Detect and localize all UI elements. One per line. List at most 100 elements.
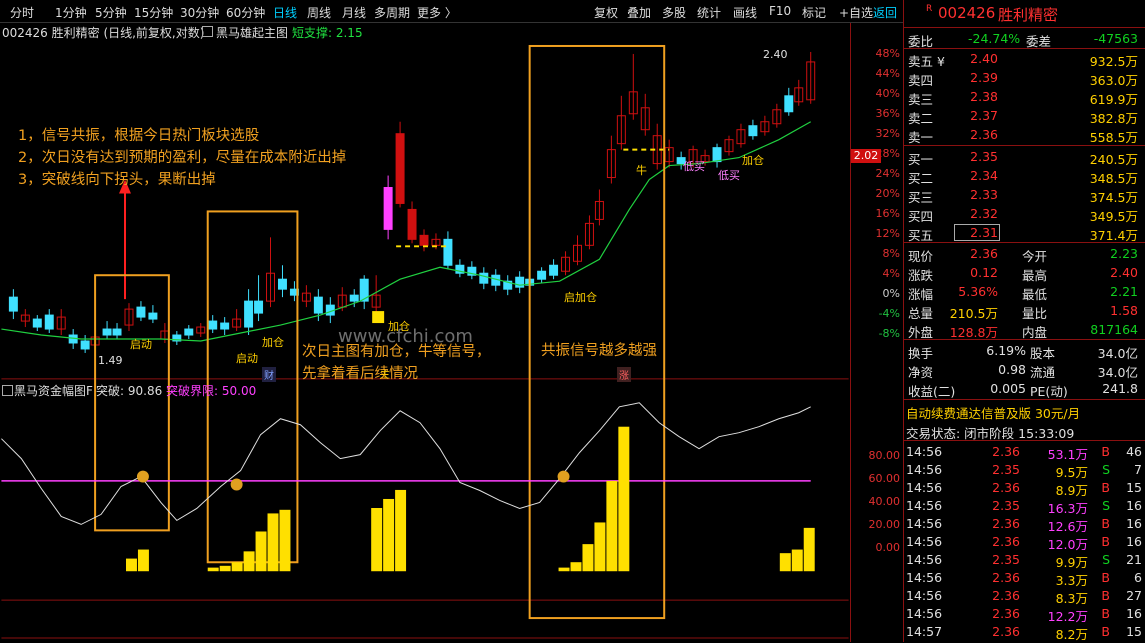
tick-row-8: 14:56 2.36 8.3万 B 27: [904, 587, 1145, 606]
tick-side: B: [1101, 570, 1110, 585]
volume-bar: [371, 508, 383, 572]
candle-body: [549, 264, 559, 276]
indicator-name[interactable]: 黑马雄起主图: [216, 24, 288, 41]
tick-side: B: [1101, 534, 1110, 549]
tick-time: 14:56: [906, 462, 943, 477]
ratio-row: 委比 -24.74% 委差 -47563: [904, 30, 1145, 49]
current-price-tag: 2.02: [851, 149, 881, 163]
tick-time: 14:56: [906, 588, 943, 603]
bid-price: 2.34: [970, 168, 998, 183]
toolbar-btn-7[interactable]: +自选: [839, 4, 873, 21]
toolbar-btn-1[interactable]: 叠加: [627, 4, 651, 21]
ask-volume: 558.5万: [1089, 130, 1138, 145]
tick-time: 14:56: [906, 498, 943, 513]
money-bag-icon-1: [230, 478, 243, 491]
indicator-checkbox[interactable]: [202, 26, 213, 37]
sub-breakout-label: 突破: 90.86: [96, 384, 163, 398]
candle-body: [184, 328, 194, 336]
candle-body: [313, 296, 323, 314]
axis-tick-14: -8%: [878, 327, 900, 340]
candle-body: [80, 340, 90, 350]
sub-indicator-checkbox[interactable]: [2, 385, 13, 396]
chart-title-bar: 002426 胜利精密 (日线,前复权,对数) 黑马雄起主图 短支撑: 2.15: [0, 23, 850, 40]
tick-row-0: 14:56 2.36 53.1万 B 46: [904, 443, 1145, 462]
sub-indicator-title: 黑马资金幅图F 突破: 90.86 突破界限: 50.00: [0, 382, 850, 398]
volume-bar: [383, 498, 395, 572]
period-0[interactable]: 分时: [10, 4, 34, 21]
tick-time: 14:56: [906, 570, 943, 585]
toolbar-btn-4[interactable]: 画线: [733, 4, 757, 21]
axis-tick-10: 8%: [882, 247, 900, 260]
money-bag-icon-2: [557, 470, 570, 483]
bid-row-1: 买二 2.34 348.5万: [904, 167, 1145, 186]
stat-row-2: 涨幅 5.36% 最低 2.21: [904, 283, 1145, 302]
tick-side: B: [1101, 624, 1110, 639]
tick-side: B: [1101, 588, 1110, 603]
period-8[interactable]: 月线: [342, 4, 366, 21]
tick-row-1: 14:56 2.35 9.5万 S 7: [904, 461, 1145, 480]
ask-label: 卖三: [908, 92, 934, 107]
toolbar-btn-0[interactable]: 复权: [594, 4, 618, 21]
signal-start-2: 启动: [236, 352, 258, 365]
toolbar-btn-3[interactable]: 统计: [697, 4, 721, 21]
period-3[interactable]: 15分钟: [134, 4, 173, 21]
promo-row[interactable]: 自动续费通达信普及版 30元/月: [904, 402, 1145, 422]
period-6[interactable]: 日线: [273, 4, 297, 21]
toolbar-btn-6[interactable]: 标记: [802, 4, 826, 21]
candle-body: [254, 300, 264, 314]
period-2[interactable]: 5分钟: [95, 4, 127, 21]
candle-body: [349, 294, 359, 302]
axis-tick-13: -4%: [878, 307, 900, 320]
candle-body: [784, 95, 794, 113]
period-7[interactable]: 周线: [307, 4, 331, 21]
volume-bar: [279, 509, 291, 572]
tick-count: 15: [1126, 624, 1142, 639]
period-10[interactable]: 更多 〉: [417, 4, 457, 21]
candle-body: [479, 272, 489, 284]
ask-price: 2.36: [970, 127, 998, 142]
candle-body: [395, 133, 405, 204]
period-5[interactable]: 60分钟: [226, 4, 265, 21]
diff-value: -47563: [1093, 31, 1138, 46]
signal-add-1: 加仓: [262, 336, 284, 349]
toolbar-btn-5[interactable]: F10: [769, 4, 791, 18]
toolbar-btn-2[interactable]: 多股: [662, 4, 686, 21]
sub-axis-tick-3: 20.00: [868, 518, 901, 531]
candle-body: [277, 278, 287, 290]
tick-row-2: 14:56 2.36 8.9万 B 15: [904, 479, 1145, 498]
period-4[interactable]: 30分钟: [180, 4, 219, 21]
signal-add-3: 启加仓: [564, 291, 597, 304]
ask-row-4: 卖一 2.36 558.5万: [904, 126, 1145, 145]
fund-label: 净资: [908, 365, 934, 380]
event-zhang[interactable]: 涨: [617, 367, 631, 382]
promo-text[interactable]: 自动续费通达信普及版 30元/月: [906, 403, 1080, 422]
candle-body: [244, 300, 254, 328]
support-label: 短支撑: 2.15: [292, 26, 363, 40]
axis-tick-2: 40%: [875, 87, 900, 100]
signal-add-4: 加仓: [742, 154, 764, 167]
tick-time: 14:56: [906, 534, 943, 549]
tick-side: S: [1102, 552, 1110, 567]
sub-axis-tick-1: 60.00: [868, 472, 901, 485]
candle-body: [32, 318, 42, 328]
signal-zhu: 主: [380, 370, 390, 381]
stat-label: 涨幅: [908, 287, 934, 302]
tick-price: 2.35: [992, 498, 1020, 513]
ask-label: 卖四: [908, 73, 934, 88]
sub-indicator-name[interactable]: 黑马资金幅图F: [14, 382, 93, 399]
ask-volume: 932.5万: [1089, 54, 1138, 69]
tick-price: 2.36: [992, 516, 1020, 531]
volume-bar: [255, 531, 267, 572]
period-1[interactable]: 1分钟: [55, 4, 87, 21]
signal-dimai-1: 低买: [683, 160, 705, 173]
ask-price: 2.37: [970, 108, 998, 123]
bid-row-0: 买一 2.35 240.5万: [904, 148, 1145, 167]
bid-row-2: 买三 2.33 374.5万: [904, 186, 1145, 205]
event-cai[interactable]: 财: [262, 367, 276, 382]
candle-body: [419, 234, 429, 246]
tick-count: 27: [1126, 588, 1142, 603]
toolbar-btn-8[interactable]: 返回: [873, 4, 897, 21]
period-9[interactable]: 多周期: [374, 4, 410, 21]
fund-value-2: 34.0亿: [1097, 346, 1138, 361]
ask-volume: 363.0万: [1089, 73, 1138, 88]
